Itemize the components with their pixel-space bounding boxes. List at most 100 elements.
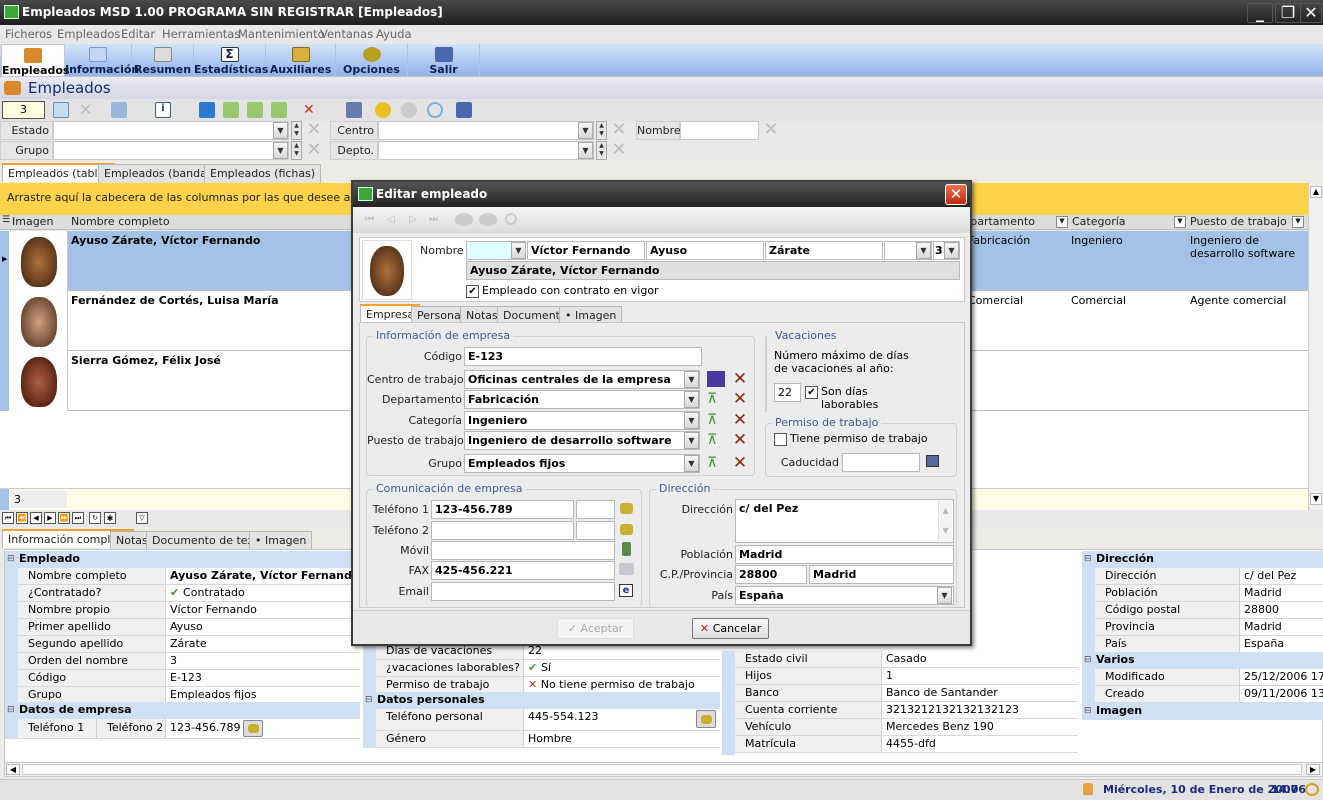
direccion-textarea[interactable]: c/ del Pez (735, 499, 954, 543)
estado-clear-icon[interactable]: ✕ (305, 121, 323, 139)
centro-dropdown[interactable]: ▼ (684, 371, 699, 388)
estado-dropdown[interactable]: ▼ (273, 122, 288, 139)
menu-ventanas[interactable]: Ventanas (320, 27, 373, 41)
first-record-icon[interactable]: ⏮ (365, 214, 374, 225)
grupo-clear-icon[interactable]: ✕ (305, 141, 323, 159)
depto-spinner[interactable]: ▲ ▼ (596, 141, 607, 160)
close-window-button[interactable]: ✕ (1300, 3, 1322, 23)
folder-icon[interactable] (271, 102, 287, 118)
grupo-input[interactable] (53, 141, 289, 160)
exit-door-icon[interactable] (456, 102, 472, 118)
detail-horizontal-scrollbar[interactable]: ◀ ▶ (4, 762, 1323, 777)
last-record-icon[interactable]: ⏭ (429, 214, 438, 225)
binoculars-next-icon[interactable] (479, 213, 497, 226)
clear-centro-icon[interactable]: ✕ (732, 371, 748, 388)
telefono2-ext-input[interactable] (576, 521, 615, 540)
menu-empleados[interactable]: Empleados (57, 27, 120, 41)
cp-input[interactable]: 28800 (735, 565, 807, 584)
grid-vertical-scrollbar[interactable]: ▲ ▼ (1308, 183, 1323, 510)
name-order-dropdown[interactable]: ▼ (944, 242, 959, 259)
column-nombre[interactable]: Nombre completo (71, 215, 170, 228)
email-input[interactable] (431, 582, 615, 601)
telefono1-ext-input[interactable] (576, 500, 615, 519)
filter-button[interactable]: ▽ (136, 512, 148, 524)
phone-dial-button[interactable] (696, 710, 716, 728)
org-chart-icon[interactable]: ⊼ (707, 455, 725, 471)
depto-input[interactable] (378, 141, 594, 160)
menu-ayuda[interactable]: Ayuda (376, 27, 412, 41)
phone-dial-button[interactable] (243, 720, 263, 737)
depto-dropdown[interactable]: ▼ (578, 142, 593, 159)
laborables-checkbox[interactable]: ✔ (805, 386, 818, 399)
menu-editar[interactable]: Editar (121, 27, 155, 41)
clear-puesto-icon[interactable]: ✕ (732, 432, 748, 449)
centro-combo[interactable]: Oficinas centrales de la empresa (464, 370, 700, 389)
pais-dropdown[interactable]: ▼ (937, 587, 952, 604)
ribbon-salir-button[interactable]: Salir (408, 44, 480, 77)
fax-input[interactable]: 425-456.221 (431, 561, 615, 580)
edit-pen-icon[interactable] (111, 102, 127, 118)
category-empleado[interactable]: Empleado (5, 551, 360, 568)
category-datos-empresa[interactable]: Datos de empresa (5, 702, 360, 719)
edit-record-icon[interactable] (53, 102, 69, 118)
fax-icon[interactable] (619, 563, 634, 575)
binoculars-icon[interactable] (455, 213, 473, 226)
ribbon-empleados-button[interactable]: Empleados (1, 44, 69, 77)
org-chart-icon[interactable]: ⊼ (707, 391, 725, 407)
menu-ficheros[interactable]: Ficheros (5, 27, 52, 41)
column-puesto[interactable]: Puesto de trabajo (1190, 215, 1287, 228)
first-record-button[interactable]: ⏮ (2, 512, 14, 524)
clear-departamento-icon[interactable]: ✕ (732, 391, 748, 408)
textarea-scrollbar[interactable]: ▲ ▼ (938, 501, 952, 541)
mobile-phone-icon[interactable] (622, 542, 631, 556)
category-varios[interactable]: Varios (1082, 652, 1323, 669)
departamento-filter-dropdown[interactable]: ▼ (1056, 216, 1068, 228)
scroll-down-icon[interactable]: ▼ (1310, 493, 1322, 505)
movil-input[interactable] (431, 541, 615, 560)
nombre-clear-icon[interactable]: ✕ (762, 121, 780, 139)
puesto-filter-dropdown[interactable]: ▼ (1292, 216, 1304, 228)
column-chooser-icon[interactable]: ☰ (2, 215, 10, 225)
departamento-dropdown[interactable]: ▼ (684, 391, 699, 408)
delete-folder-icon[interactable]: ✕ (303, 102, 319, 118)
binoculars-icon[interactable] (375, 102, 391, 118)
vacation-days-input[interactable]: 22 (774, 383, 801, 402)
nombre-input[interactable] (680, 121, 759, 140)
employee-photo[interactable] (362, 240, 412, 300)
folder-edit-icon[interactable] (223, 102, 239, 118)
estado-input[interactable] (53, 121, 289, 140)
grupo-spinner[interactable]: ▲ ▼ (291, 141, 302, 160)
binoculars-next-icon[interactable] (401, 102, 417, 118)
estado-spinner[interactable]: ▲ ▼ (291, 121, 302, 140)
dialog-close-button[interactable]: ✕ (945, 184, 967, 205)
delete-icon[interactable]: ✕ (79, 102, 95, 118)
treatment-dropdown[interactable]: ▼ (511, 242, 526, 259)
scroll-right-icon[interactable]: ▶ (1306, 764, 1320, 775)
puesto-combo[interactable]: Ingeniero de desarrollo software (464, 431, 700, 450)
magnifier-icon[interactable] (427, 102, 443, 118)
info-icon[interactable]: i (155, 102, 171, 118)
first-name-input[interactable]: Víctor Fernando (527, 241, 645, 260)
categoria-dropdown[interactable]: ▼ (684, 412, 699, 429)
centro-clear-icon[interactable]: ✕ (610, 121, 628, 139)
next-record-button[interactable]: ▶ (44, 512, 56, 524)
codigo-input[interactable]: E-123 (464, 347, 702, 366)
ribbon-estadisticas-button[interactable]: Σ Estadísticas (194, 44, 268, 77)
contract-checkbox[interactable]: ✔ (466, 285, 479, 298)
org-chart-icon[interactable]: ⊼ (707, 432, 725, 448)
cancel-button[interactable]: ✕ Cancelar (692, 618, 769, 639)
scroll-left-icon[interactable]: ◀ (6, 764, 20, 775)
clear-grupo-icon[interactable]: ✕ (732, 455, 748, 472)
folder-add-icon[interactable] (247, 102, 263, 118)
categoria-filter-dropdown[interactable]: ▼ (1174, 216, 1186, 228)
caducidad-input[interactable] (842, 453, 920, 472)
ribbon-auxiliares-button[interactable]: Auxiliares (266, 44, 336, 77)
org-chart-icon[interactable]: ⊼ (707, 412, 725, 428)
restore-button[interactable]: ❐ (1275, 3, 1301, 23)
dialog-tab-imagen[interactable]: • Imagen (559, 306, 623, 322)
surname1-input[interactable]: Ayuso (646, 241, 764, 260)
next-record-icon[interactable]: ▷ (409, 214, 417, 225)
categoria-combo[interactable]: Ingeniero (464, 411, 700, 430)
category-direccion[interactable]: Dirección (1082, 551, 1323, 568)
suffix-dropdown[interactable]: ▼ (916, 242, 931, 259)
